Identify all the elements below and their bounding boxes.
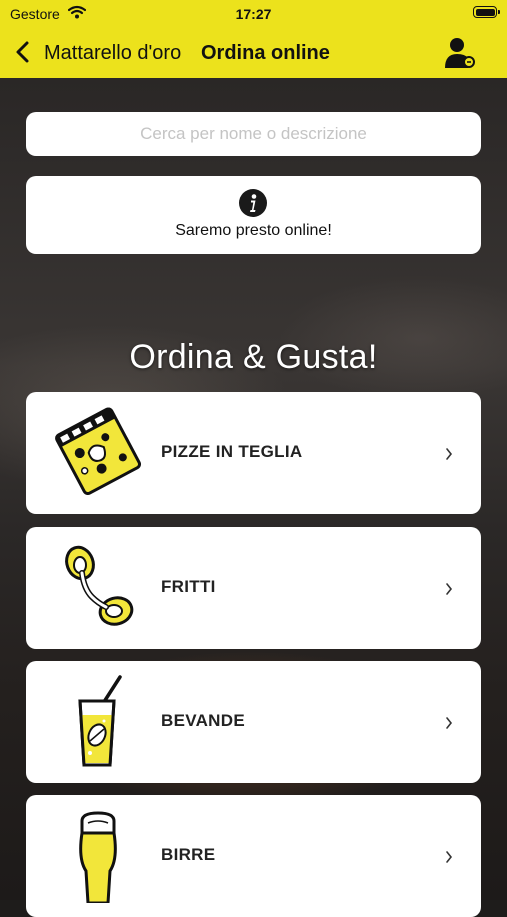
category-bevande[interactable]: BEVANDE — [26, 661, 481, 783]
category-birre[interactable]: BIRRE — [26, 795, 481, 917]
category-fritti[interactable]: FRITTI — [26, 527, 481, 649]
category-pizze-in-teglia[interactable]: PIZZE IN TEGLIA — [26, 392, 481, 514]
page-title: Ordina online — [201, 42, 330, 64]
clock: 17:27 — [235, 6, 272, 22]
category-label: BIRRE — [161, 845, 216, 864]
chevron-right-icon — [446, 717, 453, 729]
category-label: PIZZE IN TEGLIA — [161, 442, 303, 461]
search-input[interactable] — [26, 112, 481, 156]
user-account-icon[interactable] — [443, 36, 477, 70]
chevron-right-icon — [446, 583, 453, 595]
notice-card: Saremo presto online! — [26, 176, 481, 254]
navigation-bar: Mattarello d'oro Ordina online — [0, 28, 507, 78]
category-label: FRITTI — [161, 577, 216, 596]
back-chevron-icon[interactable] — [12, 38, 36, 66]
drink-glass-icon — [78, 675, 122, 767]
back-button[interactable]: Mattarello d'oro — [44, 42, 181, 65]
status-bar: Gestore 17:27 — [0, 0, 507, 28]
beer-glass-icon — [79, 811, 117, 903]
chevron-right-icon — [446, 448, 453, 460]
fried-food-icon — [65, 545, 134, 626]
pizza-slice-icon — [55, 407, 142, 496]
section-heading: Ordina & Gusta! — [129, 338, 378, 376]
info-icon — [239, 189, 267, 217]
chevron-right-icon — [446, 851, 453, 863]
battery-icon — [473, 6, 500, 18]
notice-text: Saremo presto online! — [175, 222, 332, 239]
category-label: BEVANDE — [161, 711, 245, 730]
